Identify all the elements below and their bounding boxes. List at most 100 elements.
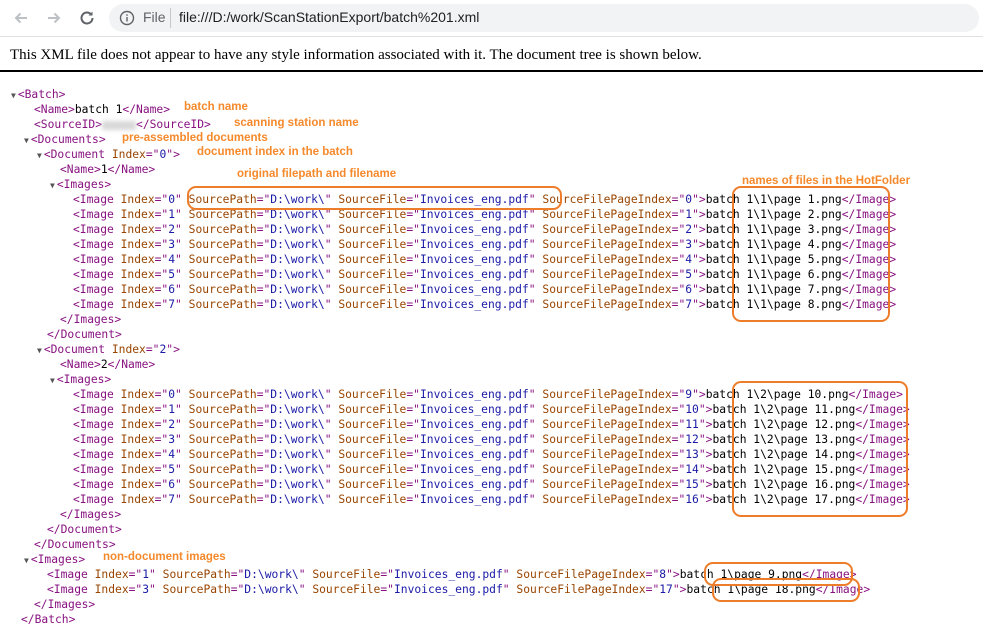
- xml-images-open[interactable]: ▼ <Images>: [50, 177, 111, 193]
- xml-attr-name: SourceFilePageIndex: [535, 253, 672, 266]
- xml-attr-value: D:\work\: [270, 403, 325, 416]
- xml-attr-name: SourcePath: [181, 478, 257, 491]
- xml-attr-quote: =": [154, 388, 169, 401]
- xml-attr-quote: =": [671, 403, 686, 416]
- url-text[interactable]: file:///D:/work/ScanStationExport/batch%…: [179, 9, 479, 25]
- xml-open-tag: <Image: [73, 388, 114, 401]
- annotation-original-filepath: original filepath and filename: [237, 168, 397, 180]
- xml-attr-quote: ": [324, 418, 332, 431]
- xml-attr-value: 13: [685, 448, 699, 461]
- xml-attr-value: D:\work\: [270, 238, 325, 251]
- info-circle-icon[interactable]: [119, 10, 135, 26]
- xml-open-tag: <Image: [47, 583, 88, 596]
- collapse-triangle-icon[interactable]: ▼: [24, 136, 29, 145]
- xml-attr-quote: =": [154, 253, 169, 266]
- xml-attr-value: 11: [685, 418, 699, 431]
- annotation-pre-assembled: pre-assembled documents: [122, 132, 268, 144]
- xml-open-tag: <Images>: [30, 553, 86, 566]
- xml-attr-name: Index: [87, 583, 129, 596]
- browser-toolbar: File file:///D:/work/ScanStationExport/b…: [0, 0, 983, 37]
- forward-button[interactable]: [42, 6, 66, 30]
- highlight-loose-image-2: [712, 578, 860, 602]
- back-button[interactable]: [9, 6, 33, 30]
- xml-attr-quote: =": [380, 568, 394, 581]
- xml-attr-name: SourceFile: [331, 298, 407, 311]
- xml-attr-quote: ": [692, 193, 699, 206]
- xml-attr-quote: ": [502, 583, 510, 596]
- xml-open-tag: <Image: [73, 193, 114, 206]
- xml-document-open[interactable]: ▼ <Document Index="0">: [37, 147, 180, 163]
- xml-tag-end: >: [698, 388, 706, 401]
- xml-attr-name: SourcePath: [181, 463, 257, 476]
- highlight-hotfolder-names-2: [732, 381, 908, 517]
- xml-attr-quote: ": [175, 493, 182, 506]
- xml-close-tag: </Name>: [122, 103, 171, 116]
- xml-attr-quote: =": [256, 238, 271, 251]
- xml-open-tag: <Image: [73, 268, 114, 281]
- xml-attr-name: SourcePath: [181, 403, 257, 416]
- xml-open-tag: <Image: [73, 463, 114, 476]
- xml-attr-name: Index: [113, 283, 155, 296]
- xml-attr-quote: ": [528, 478, 536, 491]
- xml-attr-quote: ": [528, 283, 536, 296]
- collapse-triangle-icon[interactable]: ▼: [50, 376, 55, 385]
- xml-attr-name: SourceFilePageIndex: [509, 583, 646, 596]
- annotation-document-index: document index in the batch: [197, 146, 353, 158]
- collapse-triangle-icon[interactable]: ▼: [11, 91, 16, 100]
- xml-attr-quote: =": [128, 568, 143, 581]
- xml-images-close: </Images>: [50, 312, 121, 327]
- xml-attr-name: SourceFile: [331, 463, 407, 476]
- reload-button[interactable]: [75, 6, 99, 30]
- xml-attr-quote: ": [692, 208, 699, 221]
- reload-icon: [80, 11, 94, 25]
- notice-divider: [0, 70, 983, 72]
- xml-close-tag: </Batch>: [21, 613, 76, 626]
- collapse-triangle-icon[interactable]: ▼: [50, 181, 55, 190]
- xml-attr-quote: ": [528, 223, 536, 236]
- annotation-non-document: non-document images: [103, 551, 226, 563]
- xml-attr-quote: =": [256, 463, 271, 476]
- xml-attr-value: D:\work\: [270, 223, 325, 236]
- xml-attr-value: D:\work\: [270, 478, 325, 491]
- xml-batch-close: </Batch>: [11, 612, 75, 627]
- collapse-triangle-icon[interactable]: ▼: [37, 346, 42, 355]
- xml-attr-name: SourceFilePageIndex: [535, 493, 672, 506]
- xml-attr-value: D:\work\: [270, 253, 325, 266]
- xml-open-tag: <Image: [73, 283, 114, 296]
- xml-attr-quote: =": [671, 298, 686, 311]
- xml-attr-quote: =": [128, 583, 143, 596]
- url-scheme-label: File: [143, 9, 166, 25]
- collapse-triangle-icon[interactable]: ▼: [37, 151, 42, 160]
- xml-attr-quote: ": [175, 388, 182, 401]
- xml-attr-value: Invoices_eng.pdf: [419, 253, 529, 266]
- xml-attr-name: SourceFile: [331, 493, 407, 506]
- xml-attr-value: Invoices_eng.pdf: [419, 493, 529, 506]
- xml-attr-quote: ": [528, 268, 536, 281]
- xml-open-tag: <Documents>: [30, 133, 106, 146]
- xml-attr-quote: =": [154, 403, 169, 416]
- xml-documents-open[interactable]: ▼ <Documents>: [24, 132, 106, 148]
- xml-attr-name: Index: [113, 253, 155, 266]
- xml-attr-name: Index: [113, 433, 155, 446]
- xml-attr-name: SourceFilePageIndex: [535, 268, 672, 281]
- xml-attr-name: Index: [113, 493, 155, 506]
- xml-style-notice: This XML file does not appear to have an…: [10, 47, 702, 63]
- xml-attr-quote: ": [175, 403, 182, 416]
- xml-sourceid-element: <SourceID> </SourceID>: [24, 117, 211, 132]
- xml-loose-images-open[interactable]: ▼ <Images>: [24, 552, 85, 568]
- xml-attr-quote: =": [154, 283, 169, 296]
- xml-attr-quote: ": [528, 493, 536, 506]
- xml-tag-end: >: [672, 568, 680, 581]
- xml-attr-quote: =": [671, 448, 686, 461]
- xml-attr-name: SourceFilePageIndex: [535, 433, 672, 446]
- redacted-source-id: [102, 120, 137, 130]
- xml-attr-quote: =": [671, 418, 686, 431]
- xml-open-tag: <Image: [73, 238, 114, 251]
- arrow-right-icon: [48, 12, 61, 24]
- xml-images-open[interactable]: ▼ <Images>: [50, 372, 111, 388]
- address-bar[interactable]: File file:///D:/work/ScanStationExport/b…: [109, 4, 979, 32]
- xml-document-open[interactable]: ▼ <Document Index="2">: [37, 342, 180, 358]
- collapse-triangle-icon[interactable]: ▼: [24, 556, 29, 565]
- xml-batch-open[interactable]: ▼ <Batch>: [11, 87, 65, 103]
- xml-attr-name: SourceFilePageIndex: [535, 283, 672, 296]
